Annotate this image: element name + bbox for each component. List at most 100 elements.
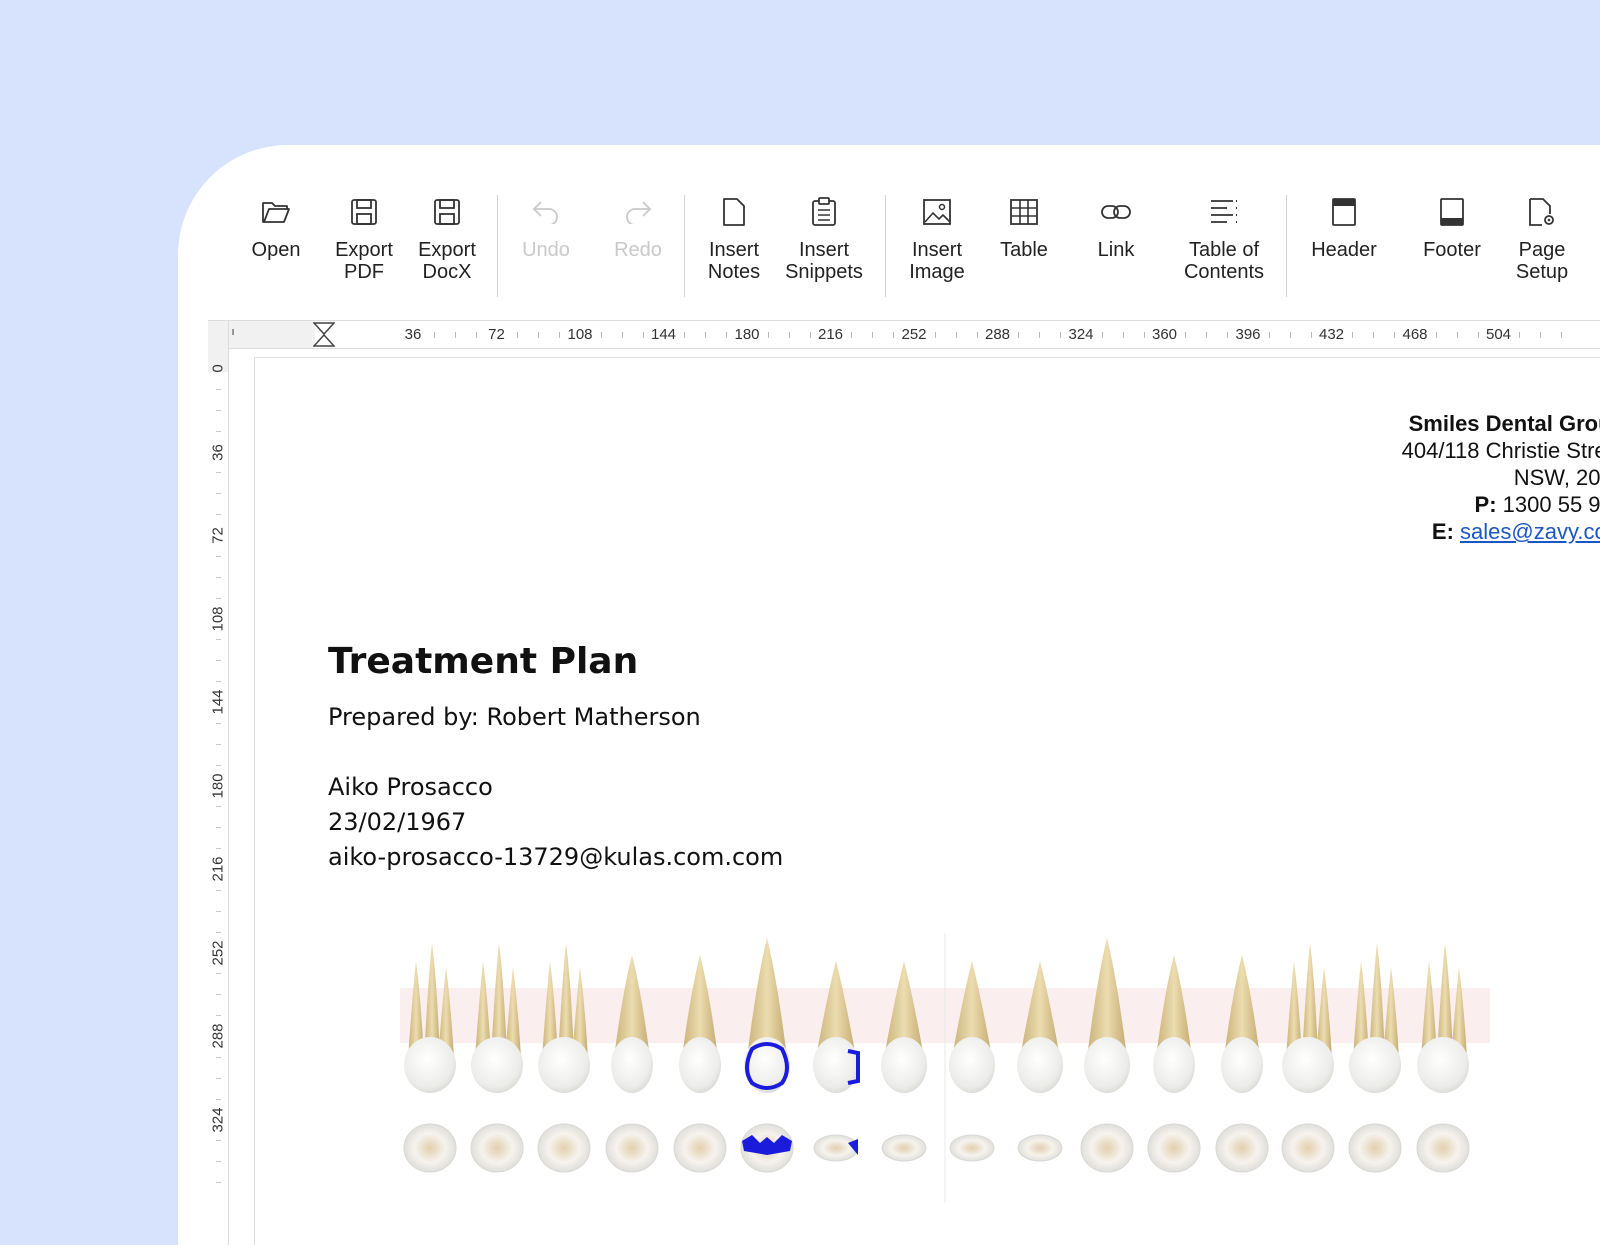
table-button[interactable]: Table	[976, 195, 1072, 305]
tooth[interactable]	[1147, 955, 1201, 1173]
tooth[interactable]	[1215, 955, 1269, 1173]
ruler-tick	[216, 1015, 221, 1017]
export-docx-label: Export DocX	[418, 239, 476, 283]
phone-value: 1300 55 999	[1502, 492, 1600, 517]
ruler-tick	[216, 994, 221, 996]
redo-button[interactable]: Redo	[590, 195, 686, 305]
ruler-number: 144	[650, 326, 677, 343]
ruler-tick	[1227, 332, 1229, 338]
ruler-tick	[1373, 332, 1375, 338]
insert-notes-button[interactable]: Insert Notes	[686, 195, 782, 305]
ruler-tick	[621, 332, 623, 338]
tooth-occlusal	[1080, 1123, 1134, 1173]
ruler-number: 468	[1402, 326, 1428, 343]
folder-open-icon	[259, 195, 293, 229]
ruler-tick	[475, 332, 477, 338]
ruler-number: 180	[209, 772, 227, 798]
document-title: Treatment Plan	[328, 641, 639, 682]
tooth-occlusal	[881, 1134, 927, 1162]
tooth[interactable]	[605, 955, 659, 1173]
ruler-margin	[229, 321, 315, 348]
tooth-crown	[611, 1037, 653, 1093]
ruler-tick	[600, 332, 602, 338]
ruler-number: 288	[984, 326, 1011, 343]
insert-image-label: Insert Image	[909, 239, 965, 283]
ruler-tick	[216, 848, 221, 850]
editor-window: Open Export PDF Export DocX Undo Redo In…	[178, 145, 1600, 1245]
ruler-tick	[216, 681, 221, 683]
link-label: Link	[1097, 239, 1135, 261]
tooth-crown	[1084, 1037, 1130, 1093]
tooth-occlusal	[1348, 1123, 1402, 1173]
table-of-contents-button[interactable]: Table of Contents	[1176, 195, 1272, 305]
ruler-number: 180	[734, 326, 760, 343]
tooth[interactable]	[1348, 943, 1402, 1173]
ruler-tick	[726, 332, 728, 338]
ruler-tick	[1352, 332, 1354, 338]
ruler-tick	[216, 973, 221, 975]
ruler-tick	[216, 660, 221, 662]
table-icon	[1007, 195, 1041, 229]
tooth-crown	[679, 1037, 721, 1093]
tooth-occlusal	[673, 1123, 727, 1173]
ruler-tick	[559, 332, 561, 338]
tooth[interactable]	[673, 955, 727, 1173]
email-link[interactable]: sales@zavy.com	[1460, 519, 1600, 544]
ruler-number: 216	[209, 856, 227, 882]
ruler-tick	[216, 722, 221, 724]
ruler-tick	[1039, 332, 1041, 338]
tooth[interactable]	[470, 943, 524, 1173]
tooth[interactable]	[403, 943, 457, 1173]
toolbar: Open Export PDF Export DocX Undo Redo In…	[178, 145, 1600, 320]
ruler-tick	[454, 332, 456, 338]
ruler-tick	[767, 332, 769, 338]
dental-chart-image[interactable]	[400, 933, 1490, 1208]
header-button[interactable]: Header	[1296, 195, 1392, 305]
ruler-tick	[1143, 332, 1145, 338]
export-pdf-button[interactable]: Export PDF	[316, 195, 412, 305]
ruler-number: ı	[231, 326, 235, 338]
ruler-number: 72	[209, 527, 227, 544]
redo-label: Redo	[614, 239, 662, 261]
ruler-tick	[216, 576, 221, 578]
insert-image-button[interactable]: Insert Image	[889, 195, 985, 305]
ruler-tick	[216, 1182, 221, 1184]
page-setup-button[interactable]: Page Setup	[1494, 195, 1590, 305]
export-docx-button[interactable]: Export DocX	[399, 195, 495, 305]
link-button[interactable]: Link	[1068, 195, 1164, 305]
open-button[interactable]: Open	[228, 195, 324, 305]
table-label: Table	[1000, 239, 1048, 261]
ruler-number: 216	[817, 326, 844, 343]
ruler-tick	[809, 332, 811, 338]
tooth-crown	[881, 1037, 927, 1093]
tooth-occlusal	[1281, 1123, 1335, 1173]
horizontal-ruler[interactable]: ı 36 72 108 144 180 216 252 288 324 360 396 432 468 5…	[208, 320, 1600, 349]
tooth[interactable]	[1281, 943, 1335, 1173]
footer-button[interactable]: Footer	[1404, 195, 1500, 305]
insert-snippets-label: Insert Snippets	[785, 239, 863, 283]
company-name: Smiles Dental Group	[1408, 411, 1600, 436]
tooth[interactable]	[1080, 938, 1134, 1173]
ruler-tick	[1206, 332, 1208, 338]
ruler-tick	[1060, 332, 1062, 338]
tooth[interactable]	[1416, 943, 1470, 1173]
ruler-number: 432	[1318, 326, 1345, 343]
image-icon	[920, 195, 954, 229]
vertical-ruler[interactable]: 0 36 72 108 144 180 216 252 288 324	[208, 348, 229, 1245]
indent-marker-icon[interactable]	[312, 322, 336, 352]
insert-snippets-button[interactable]: Insert Snippets	[776, 195, 872, 305]
footer-icon	[1435, 195, 1469, 229]
ruler-tick	[433, 332, 435, 338]
undo-label: Undo	[522, 239, 570, 261]
ruler-tick	[1310, 332, 1312, 338]
undo-button[interactable]: Undo	[498, 195, 594, 305]
ruler-tick	[216, 597, 221, 599]
ruler-tick	[216, 910, 221, 912]
tooth-crown	[1349, 1037, 1401, 1093]
page-settings-icon	[1525, 195, 1559, 229]
ruler-tick	[705, 332, 707, 338]
document-page[interactable]: Smiles Dental Group 404/118 Christie Str…	[254, 357, 1600, 1245]
patient-dob: 23/02/1967	[328, 808, 467, 836]
tooth[interactable]	[537, 943, 591, 1173]
ruler-tick	[1268, 332, 1270, 338]
